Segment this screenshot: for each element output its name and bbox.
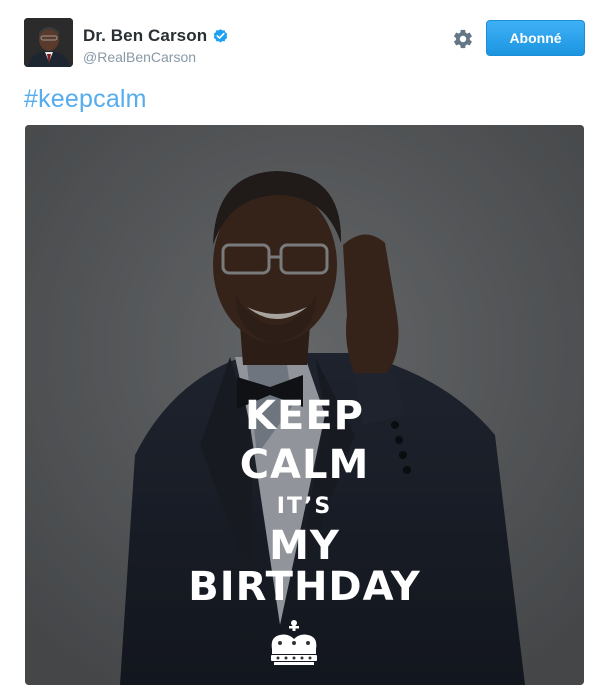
display-name[interactable]: Dr. Ben Carson — [83, 26, 207, 46]
avatar[interactable] — [24, 18, 73, 67]
handle[interactable]: @RealBenCarson — [83, 48, 196, 66]
tweet-header: Dr. Ben Carson @RealBenCarson Abonné — [24, 18, 586, 70]
follow-button[interactable]: Abonné — [486, 20, 585, 56]
avatar-image — [24, 18, 73, 67]
poster-line-calm: CALM — [239, 442, 370, 488]
poster-line-birthday: BIRTHDAY — [188, 564, 421, 610]
verified-badge-icon — [212, 28, 229, 45]
tweet-media-image[interactable]: KEEP CALM IT’S MY BIRTHDAY — [25, 125, 584, 685]
name-row: Dr. Ben Carson — [83, 25, 229, 47]
poster-line-its: IT’S — [276, 494, 333, 519]
poster-line-keep: KEEP — [245, 393, 364, 439]
poster-line-my: MY — [269, 523, 340, 569]
crown-icon — [264, 619, 324, 669]
hashtag-link[interactable]: #keepcalm — [24, 83, 147, 115]
gear-icon[interactable] — [452, 28, 474, 50]
